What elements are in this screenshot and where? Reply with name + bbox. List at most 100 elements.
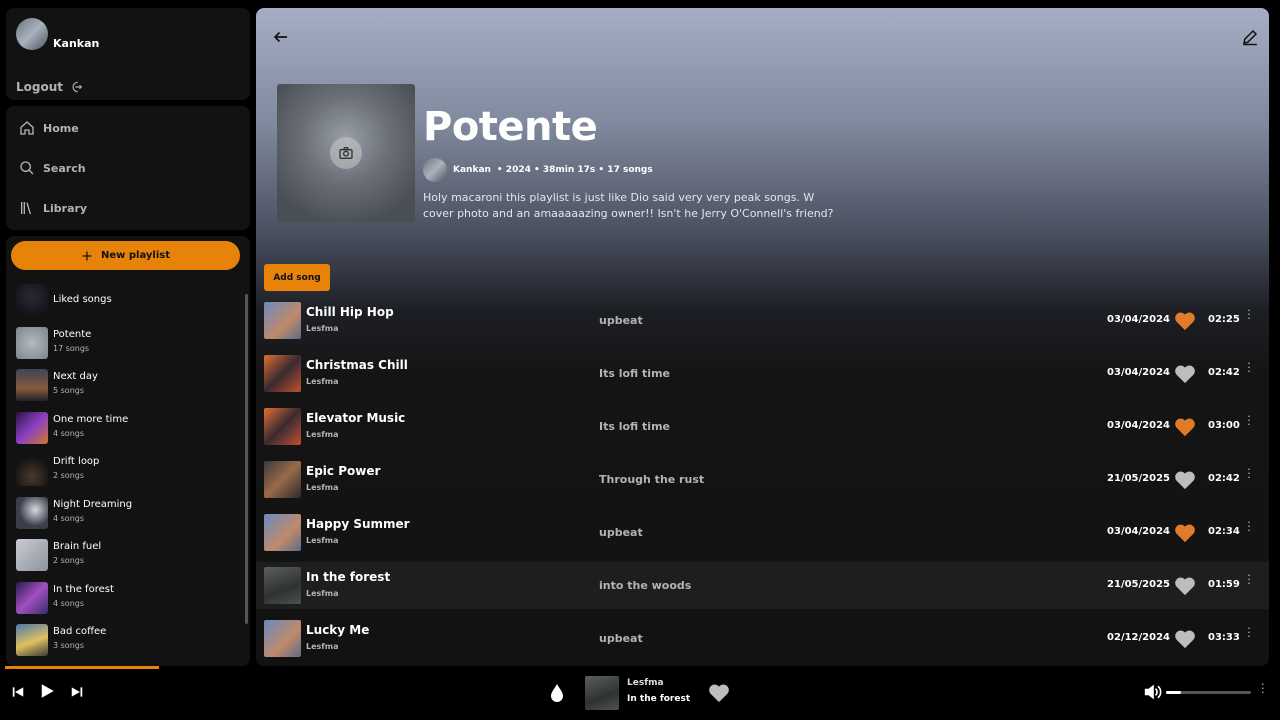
playlist-cover[interactable] [277,84,415,222]
nav-library[interactable]: Library [19,200,87,216]
song-title[interactable]: In the forest [306,570,390,584]
song-thumbnail [264,514,301,551]
song-title[interactable]: Chill Hip Hop [306,305,394,319]
song-more-button[interactable]: · · · [1246,517,1252,536]
like-song-button[interactable] [1174,311,1196,335]
library-item-next-day[interactable]: Next day 5 songs [16,369,241,405]
user-avatar[interactable] [16,18,48,50]
nav-home[interactable]: Home [19,120,79,136]
back-button[interactable] [272,28,290,50]
song-more-button[interactable]: · · · [1246,411,1252,430]
song-artist[interactable]: Lesfma [306,589,339,598]
song-artist[interactable]: Lesfma [306,536,339,545]
previous-button[interactable] [11,684,25,703]
song-duration: 02:42 [1208,367,1240,378]
library-item-one-more-time[interactable]: One more time 4 songs [16,412,241,448]
song-date-added: 03/04/2024 [1107,367,1170,378]
song-artist[interactable]: Lesfma [306,642,339,651]
song-more-button[interactable]: · · · [1246,305,1252,324]
volume-slider[interactable] [1166,691,1251,694]
library-scrollbar[interactable] [245,294,248,624]
playlist-description: Holy macaroni this playlist is just like… [423,191,834,220]
drop-button[interactable] [548,682,566,708]
playlist-owner[interactable]: Kankan [453,165,491,175]
library-item-potente[interactable]: Potente 17 songs [16,327,241,363]
play-button[interactable] [38,682,56,704]
search-icon [20,161,34,175]
song-row[interactable]: Chill Hip Hop Lesfma upbeat 03/04/2024 02:25… [256,297,1269,344]
volume-icon [1144,684,1162,700]
song-more-button[interactable]: · · · [1246,464,1252,483]
edit-button[interactable] [1241,28,1259,50]
song-row[interactable]: Christmas Chill Lesfma Its lofi time 03/04/… [256,350,1269,397]
song-title[interactable]: Epic Power [306,464,380,478]
like-song-button[interactable] [1174,576,1196,600]
playlist-name: Brain fuel [53,541,102,552]
user-name[interactable]: Kankan [53,37,99,50]
song-album[interactable]: into the woods [599,579,691,592]
song-row[interactable]: Epic Power Lesfma Through the rust 21/05/20… [256,456,1269,503]
song-date-added: 02/12/2024 [1107,632,1170,643]
now-playing-title[interactable]: In the forest [627,694,690,704]
player-more-button[interactable]: · · · [1261,679,1265,698]
song-date-added: 03/04/2024 [1107,526,1170,537]
like-current-button[interactable] [708,683,730,707]
player-bar: Lesfma In the forest · · · [0,666,1280,720]
like-song-button[interactable] [1174,523,1196,547]
song-album[interactable]: Through the rust [599,473,704,486]
like-song-button[interactable] [1174,629,1196,653]
song-album[interactable]: upbeat [599,632,643,645]
playlist-thumbnail [16,497,48,529]
song-row[interactable]: In the forest Lesfma into the woods 21/05/2… [256,562,1269,609]
song-duration: 01:59 [1208,579,1240,590]
song-artist[interactable]: Lesfma [306,430,339,439]
library-item-night-dreaming[interactable]: Night Dreaming 4 songs [16,497,241,533]
like-song-button[interactable] [1174,364,1196,388]
song-duration: 02:34 [1208,526,1240,537]
library-item-in-the-forest[interactable]: In the forest 4 songs [16,582,241,618]
library-item-liked-songs[interactable]: Liked songs [16,284,241,320]
add-song-button[interactable]: Add song [264,264,330,291]
now-playing-artist[interactable]: Lesfma [627,678,664,688]
new-playlist-label: New playlist [100,250,170,261]
like-song-button[interactable] [1174,417,1196,441]
song-title[interactable]: Christmas Chill [306,358,408,372]
nav-search[interactable]: Search [19,160,86,176]
song-duration: 02:42 [1208,473,1240,484]
song-album[interactable]: upbeat [599,526,643,539]
nav-home-label: Home [43,121,79,135]
song-album[interactable]: Its lofi time [599,367,670,380]
heart-icon [1175,365,1195,384]
library-item-bad-coffee[interactable]: Bad coffee 3 songs [16,624,241,660]
song-title[interactable]: Lucky Me [306,623,369,637]
next-button[interactable] [70,684,84,703]
song-title[interactable]: Happy Summer [306,517,410,531]
song-more-button[interactable]: · · · [1246,570,1252,589]
library-item-brain-fuel[interactable]: Brain fuel 2 songs [16,539,241,575]
library-item-drift-loop[interactable]: Drift loop 2 songs [16,454,241,490]
song-more-button[interactable]: · · · [1246,623,1252,642]
heart-icon [1175,418,1195,437]
song-more-button[interactable]: · · · [1246,358,1252,377]
song-album[interactable]: upbeat [599,314,643,327]
change-cover-button[interactable] [330,137,362,169]
song-row[interactable]: Lucky Me Lesfma upbeat 02/12/2024 03:33 · · · [256,615,1269,662]
song-album[interactable]: Its lofi time [599,420,670,433]
song-artist[interactable]: Lesfma [306,483,339,492]
song-artist[interactable]: Lesfma [306,377,339,386]
song-row[interactable]: Elevator Music Lesfma Its lofi time 03/04/2… [256,403,1269,450]
playback-progress[interactable] [5,666,159,669]
playlist-thumbnail [16,539,48,571]
like-song-button[interactable] [1174,470,1196,494]
song-row[interactable]: Happy Summer Lesfma upbeat 03/04/2024 02:34 ·… [256,509,1269,556]
new-playlist-button[interactable]: New playlist [11,241,240,270]
home-icon [20,121,34,135]
song-artist[interactable]: Lesfma [306,324,339,333]
song-title[interactable]: Elevator Music [306,411,405,425]
volume-button[interactable] [1143,683,1163,705]
song-thumbnail [264,355,301,392]
song-thumbnail [264,408,301,445]
playlist-view: Potente Kankan • 2024 • 38min 17s • 17 s… [256,8,1269,666]
playlist-thumbnail [16,582,48,614]
logout-button[interactable]: Logout [16,80,83,94]
